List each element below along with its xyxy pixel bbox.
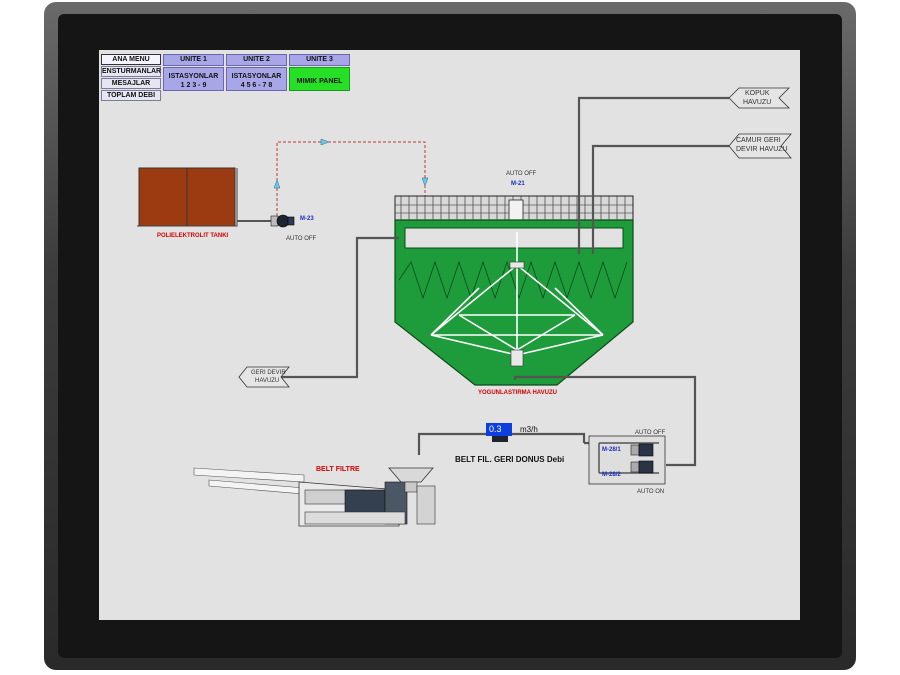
- unit3-header: UNITE 3: [289, 54, 350, 66]
- unit2-line1: ISTASYONLAR: [231, 73, 282, 80]
- pump-m23-state: AUTO OFF: [286, 236, 317, 242]
- flow-arrow-icon: [273, 138, 429, 189]
- unit3-mimic-panel-button[interactable]: MIMIK PANEL: [289, 67, 350, 91]
- unit1-stations-button[interactable]: ISTASYONLAR 1 2 3 - 9: [163, 67, 224, 91]
- pump-m28-2-label: M-28/2: [602, 472, 621, 478]
- sludge-return-label-2: DEVIR HAVUZU: [736, 146, 788, 153]
- unit1-line1: ISTASYONLAR: [168, 73, 219, 80]
- hmi-screen: ANA MENU ENSTURMANLAR MESAJLAR TOPLAM DE…: [99, 50, 800, 620]
- thickener-bridge: [394, 195, 634, 221]
- foam-pool-label-2: HAVUZU: [743, 99, 772, 106]
- pump-m28-1-state: AUTO OFF: [635, 430, 666, 436]
- mixer-m21-state: AUTO OFF: [506, 171, 537, 177]
- belt-filter-label: BELT FILTRE: [316, 466, 360, 473]
- belt-return-flow-label: BELT FIL. GERI DONUS Debi: [455, 455, 565, 464]
- unit1-line2: 1 2 3 - 9: [180, 82, 207, 89]
- pump-skid: [588, 435, 666, 485]
- pump-m28-1-label: M-28/1: [602, 447, 621, 453]
- unit2-header: UNITE 2: [226, 54, 287, 66]
- mixer-m21-icon[interactable]: [508, 199, 524, 221]
- return-pool-label-1: GERI DEVIR: [251, 370, 286, 376]
- belt-filter-machine[interactable]: [193, 467, 436, 527]
- polyelectrolyte-tank[interactable]: [137, 167, 238, 227]
- menu-total-flow-button[interactable]: TOPLAM DEBI: [101, 90, 161, 101]
- foam-pool-label-1: KOPUK: [745, 90, 770, 97]
- return-pool-label-2: HAVUZU: [255, 378, 280, 384]
- process-diagram: [137, 87, 792, 527]
- unit2-stations-button[interactable]: ISTASYONLAR 4 5 6 - 7 8: [226, 67, 287, 91]
- sludge-return-label-1: CAMUR GERI: [736, 137, 781, 144]
- pump-m23-icon[interactable]: [270, 214, 295, 228]
- thickener-label: YOGUNLASTIRMA HAVUZU: [478, 390, 557, 396]
- menu-messages-button[interactable]: MESAJLAR: [101, 78, 161, 89]
- pump-m28-1-icon[interactable]: [630, 443, 654, 457]
- return-flow-value[interactable]: 0.3: [486, 423, 512, 436]
- polyelectrolyte-tank-label: POLIELEKTROLIT TANKI: [157, 233, 229, 239]
- pump-m28-2-icon[interactable]: [630, 460, 654, 474]
- menu-instruments-button[interactable]: ENSTURMANLAR: [101, 66, 161, 77]
- unit3-line1: MIMIK PANEL: [296, 78, 343, 85]
- menu-main-button[interactable]: ANA MENU: [101, 54, 161, 65]
- pump-m28-2-state: AUTO ON: [637, 489, 665, 495]
- return-flow-unit: m3/h: [520, 425, 538, 434]
- pump-m23-label: M-23: [300, 216, 314, 222]
- mixer-m21-label: M-21: [511, 181, 525, 187]
- thickener-tank[interactable]: [394, 219, 634, 386]
- unit1-header: UNITE 1: [163, 54, 224, 66]
- unit2-line2: 4 5 6 - 7 8: [240, 82, 273, 89]
